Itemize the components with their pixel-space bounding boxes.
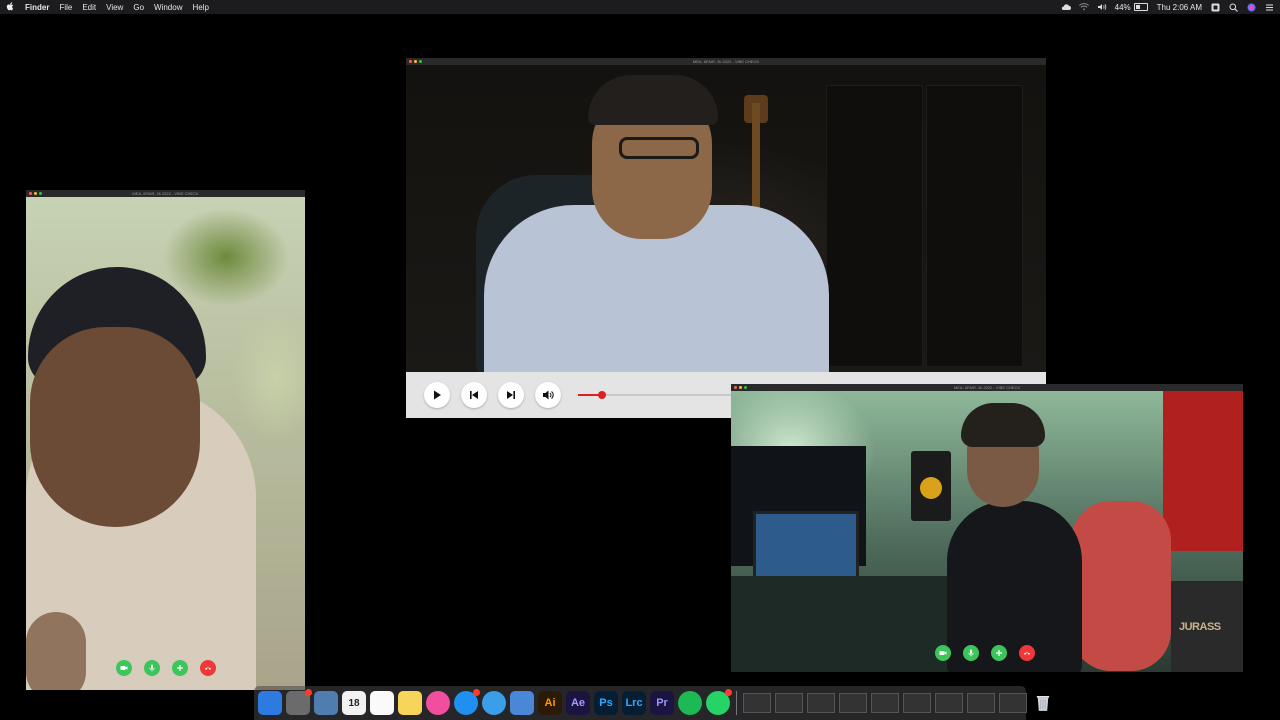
play-icon bbox=[434, 390, 441, 400]
progress-slider[interactable] bbox=[578, 389, 738, 401]
close-window-button[interactable] bbox=[734, 386, 737, 389]
camera-toggle-button[interactable] bbox=[116, 660, 132, 676]
minimized-window-thumbnail[interactable] bbox=[743, 693, 771, 713]
notification-badge bbox=[473, 689, 480, 696]
menu-window[interactable]: Window bbox=[154, 3, 182, 12]
control-center-icon[interactable] bbox=[1211, 3, 1220, 12]
poster: JURASS bbox=[1171, 581, 1243, 672]
safari-icon[interactable] bbox=[482, 691, 506, 715]
video-feed-right: JURASS bbox=[731, 391, 1243, 672]
minimize-window-button[interactable] bbox=[34, 192, 37, 195]
wifi-icon[interactable] bbox=[1078, 3, 1089, 11]
notification-badge bbox=[305, 689, 312, 696]
minimized-window-thumbnail[interactable] bbox=[903, 693, 931, 713]
calendar-icon[interactable]: 18 bbox=[342, 691, 366, 715]
poster-text: JURASS bbox=[1179, 621, 1221, 633]
skip-back-icon bbox=[470, 391, 478, 399]
end-call-button[interactable] bbox=[1019, 645, 1035, 661]
itunes-icon[interactable] bbox=[426, 691, 450, 715]
menu-go[interactable]: Go bbox=[133, 3, 144, 12]
menu-help[interactable]: Help bbox=[192, 3, 208, 12]
battery-icon bbox=[1133, 3, 1148, 11]
minimized-window-thumbnail[interactable] bbox=[871, 693, 899, 713]
dock-separator bbox=[736, 691, 737, 715]
apple-menu-icon[interactable] bbox=[6, 2, 15, 12]
illustrator-icon[interactable]: Ai bbox=[538, 691, 562, 715]
finder-icon[interactable] bbox=[258, 691, 282, 715]
minimized-window-thumbnail[interactable] bbox=[935, 693, 963, 713]
video-player-window[interactable]: MEA, 6FAIR, 2k 2022 - VIBE CHECK bbox=[406, 58, 1046, 418]
video-feed-center bbox=[406, 65, 1046, 372]
system-preferences-icon[interactable] bbox=[286, 689, 312, 715]
minimized-window-thumbnail[interactable] bbox=[839, 693, 867, 713]
volume-button[interactable] bbox=[535, 382, 561, 408]
cloud-icon[interactable] bbox=[1061, 3, 1071, 11]
add-person-button[interactable] bbox=[172, 660, 188, 676]
menu-file[interactable]: File bbox=[59, 3, 72, 12]
battery-percent: 44% bbox=[1114, 2, 1131, 12]
minimize-window-button[interactable] bbox=[739, 386, 742, 389]
facetime-window-left[interactable]: MEA, 6FAIR, 2k 2022 - VIBE CHECK bbox=[26, 190, 305, 690]
window-titlebar[interactable]: MEA, 6FAIR, 2k 2022 - VIBE CHECK bbox=[26, 190, 305, 197]
status-area: 44% Thu 2:06 AM bbox=[1061, 3, 1274, 12]
clock[interactable]: Thu 2:06 AM bbox=[1157, 3, 1202, 12]
notes-icon[interactable] bbox=[398, 691, 422, 715]
volume-icon[interactable] bbox=[1097, 3, 1106, 11]
mute-microphone-button[interactable] bbox=[963, 645, 979, 661]
after-effects-icon[interactable]: Ae bbox=[566, 691, 590, 715]
add-person-button[interactable] bbox=[991, 645, 1007, 661]
close-window-button[interactable] bbox=[29, 192, 32, 195]
video-feed-left bbox=[26, 197, 305, 690]
whatsapp-icon[interactable] bbox=[706, 689, 732, 715]
spotify-icon[interactable] bbox=[678, 691, 702, 715]
fullscreen-window-button[interactable] bbox=[744, 386, 747, 389]
premiere-pro-icon[interactable]: Pr bbox=[650, 691, 674, 715]
trash-icon[interactable] bbox=[1031, 691, 1055, 715]
next-button[interactable] bbox=[498, 382, 524, 408]
app-store-icon[interactable] bbox=[454, 689, 480, 715]
speaker-icon bbox=[543, 390, 554, 400]
close-window-button[interactable] bbox=[409, 60, 412, 63]
window-title: MEA, 6FAIR, 2k 2022 - VIBE CHECK bbox=[692, 59, 760, 64]
notification-badge bbox=[725, 689, 732, 696]
menu-edit[interactable]: Edit bbox=[82, 3, 96, 12]
play-button[interactable] bbox=[424, 382, 450, 408]
window-titlebar[interactable]: MEA, 6FAIR, 2k 2022 - VIBE CHECK bbox=[406, 58, 1046, 65]
call-controls-left bbox=[116, 660, 216, 676]
window-titlebar[interactable]: MEA, 6FAIR, 2k 2022 - VIBE CHECK bbox=[731, 384, 1243, 391]
siri-icon[interactable] bbox=[1247, 3, 1256, 12]
progress-handle[interactable] bbox=[598, 391, 606, 399]
call-controls-right bbox=[935, 645, 1035, 661]
minimized-window-thumbnail[interactable] bbox=[999, 693, 1027, 713]
minimize-window-button[interactable] bbox=[414, 60, 417, 63]
keynote-icon[interactable] bbox=[510, 691, 534, 715]
menu-bar: Finder File Edit View Go Window Help 44%… bbox=[0, 0, 1280, 14]
window-controls bbox=[734, 386, 747, 389]
lightroom-classic-icon[interactable]: Lrc bbox=[622, 691, 646, 715]
notification-center-icon[interactable] bbox=[1265, 3, 1274, 11]
battery-indicator[interactable]: 44% bbox=[1115, 3, 1148, 12]
menu-view[interactable]: View bbox=[106, 3, 123, 12]
spotlight-search-icon[interactable] bbox=[1229, 3, 1238, 12]
window-title: MEA, 6FAIR, 2k 2022 - VIBE CHECK bbox=[953, 385, 1021, 390]
preview-icon[interactable] bbox=[314, 691, 338, 715]
window-controls bbox=[29, 192, 42, 195]
camera-toggle-button[interactable] bbox=[935, 645, 951, 661]
textedit-icon[interactable] bbox=[370, 691, 394, 715]
window-controls bbox=[409, 60, 422, 63]
skip-forward-icon bbox=[507, 391, 515, 399]
mute-microphone-button[interactable] bbox=[144, 660, 160, 676]
fullscreen-window-button[interactable] bbox=[39, 192, 42, 195]
dock: 18 Ai Ae Ps Lrc Pr bbox=[254, 686, 1050, 720]
fullscreen-window-button[interactable] bbox=[419, 60, 422, 63]
minimized-window-thumbnail[interactable] bbox=[775, 693, 803, 713]
photoshop-icon[interactable]: Ps bbox=[594, 691, 618, 715]
facetime-window-right[interactable]: MEA, 6FAIR, 2k 2022 - VIBE CHECK JURASS bbox=[731, 384, 1243, 672]
window-title: MEA, 6FAIR, 2k 2022 - VIBE CHECK bbox=[132, 191, 199, 196]
minimized-window-thumbnail[interactable] bbox=[967, 693, 995, 713]
minimized-window-thumbnail[interactable] bbox=[807, 693, 835, 713]
menu-app-name[interactable]: Finder bbox=[25, 3, 49, 12]
previous-button[interactable] bbox=[461, 382, 487, 408]
end-call-button[interactable] bbox=[200, 660, 216, 676]
